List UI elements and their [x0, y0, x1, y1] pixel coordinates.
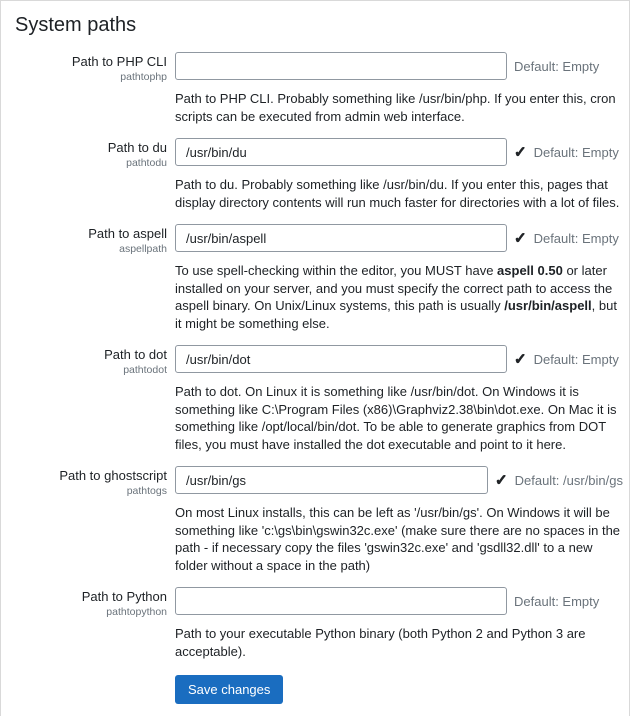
- setting-label-column: Path to PHP CLI pathtophp: [15, 49, 167, 83]
- setting-shortname: pathtopython: [15, 606, 167, 618]
- setting-control-column: ✓ Default: Empty: [175, 584, 623, 618]
- setting-shortname: pathtogs: [15, 485, 167, 497]
- check-icon: ✓: [514, 231, 527, 246]
- setting-description: Path to dot. On Linux it is something li…: [175, 383, 623, 453]
- setting-label: Path to Python: [15, 589, 167, 604]
- path-input[interactable]: [175, 466, 488, 494]
- setting-label-column: Path to aspell aspellpath: [15, 221, 167, 255]
- setting-label-column: Path to Python pathtopython: [15, 584, 167, 618]
- setting-label-column: Path to ghostscript pathtogs: [15, 463, 167, 497]
- setting-description: To use spell-checking within the editor,…: [175, 262, 623, 332]
- setting-description: Path to du. Probably something like /usr…: [175, 176, 623, 211]
- check-icon: ✓: [514, 352, 527, 367]
- setting-description: On most Linux installs, this can be left…: [175, 504, 623, 574]
- setting-shortname: aspellpath: [15, 243, 167, 255]
- setting-pathtopython: Path to Python pathtopython ✓ Default: E…: [15, 584, 629, 670]
- setting-label: Path to du: [15, 140, 167, 155]
- setting-pathtodu: Path to du pathtodu ✓ Default: Empty Pat…: [15, 135, 629, 221]
- default-value-label: Default: Empty: [514, 594, 599, 609]
- setting-control-column: ✓ Default: Empty: [175, 221, 623, 255]
- settings-page: System paths Path to PHP CLI pathtophp ✓…: [0, 0, 630, 716]
- default-value-label: Default: /usr/bin/gs: [515, 473, 623, 488]
- default-value-label: Default: Empty: [534, 352, 619, 367]
- path-input[interactable]: [175, 138, 507, 166]
- path-input[interactable]: [175, 587, 507, 615]
- setting-label-column: Path to du pathtodu: [15, 135, 167, 169]
- setting-shortname: pathtodu: [15, 157, 167, 169]
- page-title: System paths: [15, 14, 629, 37]
- default-value-label: Default: Empty: [514, 59, 599, 74]
- setting-label: Path to PHP CLI: [15, 54, 167, 69]
- settings-rows: Path to PHP CLI pathtophp ✓ Default: Emp…: [15, 49, 629, 670]
- setting-description: Path to your executable Python binary (b…: [175, 625, 623, 660]
- setting-control-column: ✓ Default: /usr/bin/gs: [175, 463, 623, 497]
- setting-description: Path to PHP CLI. Probably something like…: [175, 90, 623, 125]
- save-changes-button[interactable]: Save changes: [175, 675, 283, 704]
- setting-control-column: ✓ Default: Empty: [175, 135, 623, 169]
- setting-pathtogs: Path to ghostscript pathtogs ✓ Default: …: [15, 463, 629, 584]
- path-input[interactable]: [175, 345, 507, 373]
- path-input[interactable]: [175, 224, 507, 252]
- setting-shortname: pathtophp: [15, 71, 167, 83]
- setting-shortname: pathtodot: [15, 364, 167, 376]
- setting-label: Path to aspell: [15, 226, 167, 241]
- setting-pathtodot: Path to dot pathtodot ✓ Default: Empty P…: [15, 342, 629, 463]
- setting-control-column: ✓ Default: Empty: [175, 342, 623, 376]
- default-value-label: Default: Empty: [534, 145, 619, 160]
- setting-pathtophp: Path to PHP CLI pathtophp ✓ Default: Emp…: [15, 49, 629, 135]
- setting-aspellpath: Path to aspell aspellpath ✓ Default: Emp…: [15, 221, 629, 342]
- default-value-label: Default: Empty: [534, 231, 619, 246]
- check-icon: ✓: [495, 473, 508, 488]
- check-icon: ✓: [514, 145, 527, 160]
- setting-label-column: Path to dot pathtodot: [15, 342, 167, 376]
- path-input[interactable]: [175, 52, 507, 80]
- setting-label: Path to ghostscript: [15, 468, 167, 483]
- setting-label: Path to dot: [15, 347, 167, 362]
- system-paths-form: Path to PHP CLI pathtophp ✓ Default: Emp…: [15, 49, 629, 716]
- setting-control-column: ✓ Default: Empty: [175, 49, 623, 83]
